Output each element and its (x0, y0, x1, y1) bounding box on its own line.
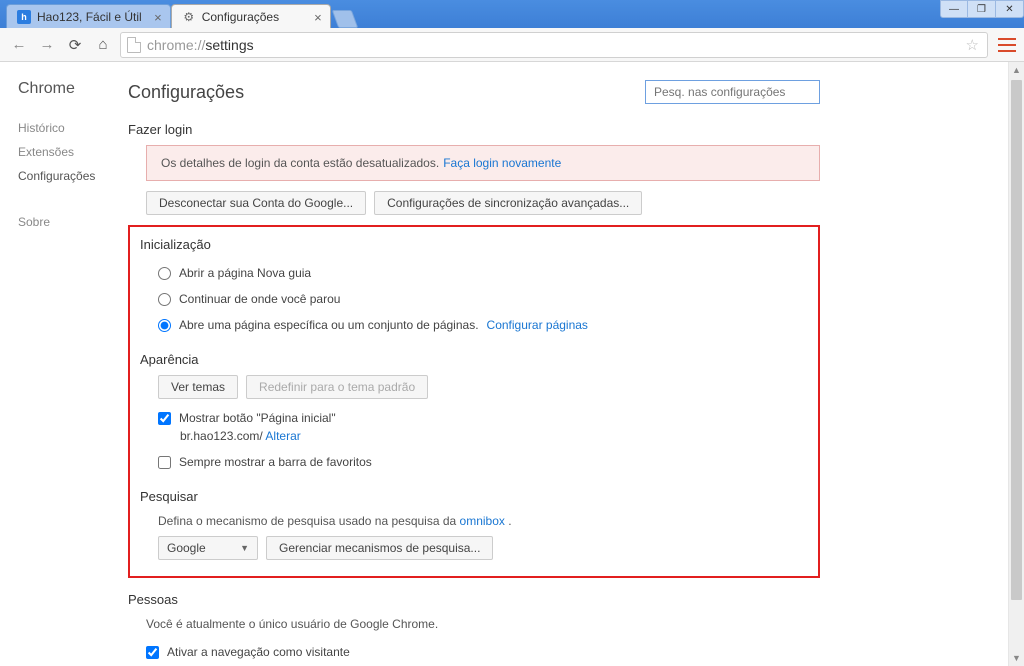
section-search-heading: Pesquisar (140, 489, 808, 504)
window-titlebar: h Hao123, Fácil e Útil × ⚙ Configurações… (0, 0, 1024, 28)
show-bookmarks-checkbox[interactable] (158, 456, 171, 469)
forward-button[interactable]: → (36, 34, 58, 56)
search-settings-input[interactable] (645, 80, 820, 104)
view-themes-button[interactable]: Ver temas (158, 375, 238, 399)
settings-content: Configurações Fazer login Os detalhes de… (120, 62, 860, 666)
settings-sidebar: Chrome Histórico Extensões Configurações… (0, 62, 120, 666)
search-engine-value: Google (167, 541, 206, 555)
startup-newtab-option[interactable]: Abrir a página Nova guia (158, 260, 808, 286)
section-appearance-heading: Aparência (140, 352, 808, 367)
content-header: Configurações (128, 80, 820, 104)
startup-newtab-radio[interactable] (158, 267, 171, 280)
section-people-heading: Pessoas (128, 592, 820, 607)
startup-newtab-label: Abrir a página Nova guia (179, 266, 311, 280)
people-description: Você é atualmente o único usuário de Goo… (146, 615, 820, 639)
browser-toolbar: ← → ⟳ ⌂ chrome://settings ☆ (0, 28, 1024, 62)
login-again-link[interactable]: Faça login novamente (443, 156, 561, 170)
guest-browsing-option[interactable]: Ativar a navegação como visitante (146, 639, 820, 665)
disconnect-google-button[interactable]: Desconectar sua Conta do Google... (146, 191, 366, 215)
login-notice-text: Os detalhes de login da conta estão desa… (161, 156, 439, 170)
startup-continue-label: Continuar de onde você parou (179, 292, 340, 306)
vertical-scrollbar[interactable]: ▲ ▼ (1008, 62, 1024, 666)
home-url-text: br.hao123.com/ (180, 429, 263, 443)
startup-continue-option[interactable]: Continuar de onde você parou (158, 286, 808, 312)
startup-specific-radio[interactable] (158, 319, 171, 332)
close-tab-icon[interactable]: × (154, 10, 162, 25)
home-url-line: br.hao123.com/ Alterar (158, 429, 808, 443)
search-engine-select[interactable]: Google ▼ (158, 536, 258, 560)
search-description: Defina o mecanismo de pesquisa usado na … (158, 512, 808, 536)
new-tab-button[interactable] (331, 10, 358, 28)
address-text: chrome://settings (147, 37, 254, 53)
omnibox-link[interactable]: omnibox (460, 514, 505, 528)
login-notice: Os detalhes de login da conta estão desa… (146, 145, 820, 181)
show-home-button-option[interactable]: Mostrar botão "Página inicial" (158, 405, 808, 431)
scroll-thumb[interactable] (1011, 80, 1022, 600)
change-home-link[interactable]: Alterar (265, 429, 300, 443)
scroll-down-arrow-icon[interactable]: ▼ (1009, 650, 1024, 666)
settings-page: Chrome Histórico Extensões Configurações… (0, 62, 1024, 666)
sidebar-title: Chrome (18, 80, 120, 98)
menu-button[interactable] (998, 38, 1016, 52)
sidebar-item-settings[interactable]: Configurações (18, 164, 120, 188)
reset-theme-button: Redefinir para o tema padrão (246, 375, 428, 399)
tab-strip: h Hao123, Fácil e Útil × ⚙ Configurações… (0, 0, 355, 28)
show-bookmarks-bar-option[interactable]: Sempre mostrar a barra de favoritos (158, 449, 808, 475)
tab-settings[interactable]: ⚙ Configurações × (171, 4, 331, 28)
home-button[interactable]: ⌂ (92, 34, 114, 56)
reload-button[interactable]: ⟳ (64, 34, 86, 56)
startup-specific-option[interactable]: Abre uma página específica ou um conjunt… (158, 312, 808, 338)
scroll-up-arrow-icon[interactable]: ▲ (1009, 62, 1024, 78)
hao123-favicon: h (17, 10, 31, 24)
maximize-button[interactable]: ❐ (968, 0, 996, 18)
startup-continue-radio[interactable] (158, 293, 171, 306)
chevron-down-icon: ▼ (240, 543, 249, 553)
guest-browsing-label: Ativar a navegação como visitante (167, 645, 350, 659)
manage-search-engines-button[interactable]: Gerenciar mecanismos de pesquisa... (266, 536, 493, 560)
address-bar[interactable]: chrome://settings ☆ (120, 32, 988, 58)
configure-pages-link[interactable]: Configurar páginas (487, 318, 588, 332)
page-title: Configurações (128, 82, 244, 103)
show-home-label: Mostrar botão "Página inicial" (179, 411, 336, 425)
show-bookmarks-label: Sempre mostrar a barra de favoritos (179, 455, 372, 469)
tab-hao123[interactable]: h Hao123, Fácil e Útil × (6, 4, 171, 28)
window-controls: — ❐ ✕ (940, 0, 1024, 18)
bookmark-star-icon[interactable]: ☆ (966, 36, 979, 54)
close-tab-icon[interactable]: × (314, 10, 322, 25)
tab-title: Hao123, Fácil e Útil (37, 10, 142, 24)
sidebar-item-extensions[interactable]: Extensões (18, 140, 120, 164)
startup-specific-label: Abre uma página específica ou um conjunt… (179, 318, 479, 332)
close-window-button[interactable]: ✕ (996, 0, 1024, 18)
page-icon (127, 37, 141, 53)
back-button[interactable]: ← (8, 34, 30, 56)
minimize-button[interactable]: — (940, 0, 968, 18)
sidebar-item-history[interactable]: Histórico (18, 116, 120, 140)
section-startup-heading: Inicialização (140, 237, 808, 252)
tab-title: Configurações (202, 10, 279, 24)
highlighted-sections: Inicialização Abrir a página Nova guia C… (128, 225, 820, 578)
sidebar-item-about[interactable]: Sobre (18, 210, 120, 234)
section-login-heading: Fazer login (128, 122, 820, 137)
advanced-sync-button[interactable]: Configurações de sincronização avançadas… (374, 191, 642, 215)
show-home-checkbox[interactable] (158, 412, 171, 425)
guest-browsing-checkbox[interactable] (146, 646, 159, 659)
gear-icon: ⚙ (182, 10, 196, 24)
